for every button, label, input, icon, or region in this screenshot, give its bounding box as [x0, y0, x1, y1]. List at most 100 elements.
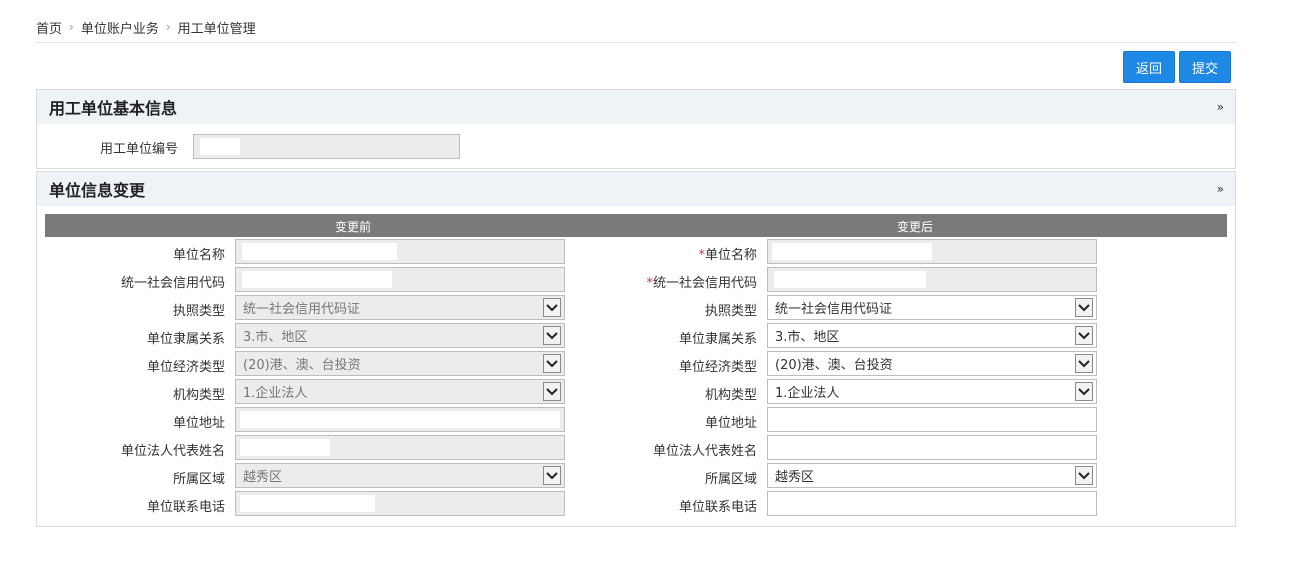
- after-field-label: 单位地址: [705, 412, 757, 431]
- basic-info-panel-header[interactable]: 用工单位基本信息 »: [37, 90, 1235, 124]
- field-value: 3.市、地区: [775, 330, 840, 345]
- redacted-mask: [240, 411, 560, 428]
- after-field-label-text: 单位地址: [704, 416, 757, 431]
- chevron-down-icon[interactable]: [543, 466, 561, 485]
- before-input[interactable]: [235, 239, 565, 264]
- chevron-down-icon[interactable]: [543, 298, 561, 317]
- breadcrumb-separator-icon: ›: [165, 20, 171, 34]
- field-value: 1.企业法人: [243, 386, 308, 401]
- chevron-down-icon[interactable]: [543, 354, 561, 373]
- before-field-label: 单位法人代表姓名: [120, 444, 225, 459]
- after-field-label: 所属区域: [705, 468, 757, 487]
- comparison-table-header: 变更前 变更后: [45, 214, 1227, 237]
- after-input[interactable]: [767, 267, 1097, 292]
- double-chevron-down-icon[interactable]: »: [1217, 100, 1224, 114]
- breadcrumb-current: 用工单位管理: [177, 21, 256, 37]
- redacted-mask: [774, 271, 926, 288]
- after-field-label: 单位联系电话: [679, 496, 757, 515]
- chevron-down-icon[interactable]: [543, 326, 561, 345]
- after-field-label-text: 单位联系电话: [678, 500, 757, 515]
- redacted-mask: [240, 439, 330, 456]
- after-input[interactable]: [767, 407, 1097, 432]
- before-select[interactable]: 统一社会信用代码证: [235, 295, 565, 320]
- before-column-header: 变更前: [335, 220, 372, 234]
- after-field-label: 单位法人代表姓名: [653, 440, 757, 459]
- unit-code-label: 用工单位编号: [100, 142, 179, 157]
- redacted-mask: [200, 138, 240, 155]
- breadcrumb: 首页 › 单位账户业务 › 用工单位管理: [36, 16, 256, 38]
- after-field-label: 单位隶属关系: [679, 328, 757, 347]
- chevron-down-icon[interactable]: [543, 382, 561, 401]
- before-field-label: 单位经济类型: [146, 360, 225, 375]
- chevron-down-icon[interactable]: [1075, 466, 1093, 485]
- before-field-label: 统一社会信用代码: [120, 276, 225, 291]
- field-value: 越秀区: [775, 470, 815, 485]
- after-column-header: 变更后: [897, 220, 934, 234]
- breadcrumb-home[interactable]: 首页: [36, 18, 62, 37]
- breadcrumb-unit-account[interactable]: 单位账户业务: [81, 18, 159, 37]
- field-value: 3.市、地区: [243, 330, 308, 345]
- before-select[interactable]: 1.企业法人: [235, 379, 565, 404]
- chevron-down-icon[interactable]: [1075, 354, 1093, 373]
- field-value: 统一社会信用代码证: [243, 302, 361, 317]
- before-field-label: 单位隶属关系: [146, 332, 225, 347]
- before-input[interactable]: [235, 435, 565, 460]
- before-select[interactable]: (20)港、澳、台投资: [235, 351, 565, 376]
- before-input[interactable]: [235, 267, 565, 292]
- basic-info-panel: 用工单位基本信息 » 用工单位编号: [36, 89, 1236, 169]
- after-field-label-text: 所属区域: [704, 472, 757, 487]
- redacted-mask: [772, 243, 932, 260]
- unit-code-field[interactable]: [193, 134, 460, 159]
- after-select[interactable]: 3.市、地区: [767, 323, 1097, 348]
- redacted-mask: [242, 271, 392, 288]
- after-field-label: *统一社会信用代码: [646, 272, 757, 291]
- redacted-mask: [240, 495, 375, 512]
- before-input[interactable]: [235, 407, 565, 432]
- after-field-label-text: 单位经济类型: [678, 360, 757, 375]
- field-value: (20)港、澳、台投资: [775, 358, 893, 373]
- after-select[interactable]: 统一社会信用代码证: [767, 295, 1097, 320]
- before-field-label: 单位联系电话: [146, 500, 225, 515]
- before-field-label: 单位名称: [172, 248, 225, 263]
- breadcrumb-divider: [36, 42, 1236, 43]
- after-field-label-text: 单位隶属关系: [678, 332, 757, 347]
- after-field-label-text: 单位法人代表姓名: [652, 444, 757, 459]
- before-select[interactable]: 越秀区: [235, 463, 565, 488]
- after-input[interactable]: [767, 435, 1097, 460]
- after-field-label: 单位经济类型: [679, 356, 757, 375]
- submit-button[interactable]: 提交: [1179, 51, 1231, 83]
- panel-title: 单位信息变更: [49, 181, 146, 200]
- before-field-label: 单位地址: [172, 416, 225, 431]
- chevron-down-icon[interactable]: [1075, 298, 1093, 317]
- after-field-label-text: 单位名称: [704, 248, 757, 263]
- after-input[interactable]: [767, 491, 1097, 516]
- panel-title: 用工单位基本信息: [49, 99, 178, 118]
- before-select[interactable]: 3.市、地区: [235, 323, 565, 348]
- before-field-label: 执照类型: [172, 304, 225, 319]
- unit-info-change-panel-header[interactable]: 单位信息变更 »: [37, 172, 1235, 206]
- after-select[interactable]: (20)港、澳、台投资: [767, 351, 1097, 376]
- after-select[interactable]: 越秀区: [767, 463, 1097, 488]
- chevron-down-icon[interactable]: [1075, 326, 1093, 345]
- before-field-label: 所属区域: [172, 472, 225, 487]
- back-button[interactable]: 返回: [1123, 51, 1175, 83]
- after-field-label: 机构类型: [705, 384, 757, 403]
- before-input[interactable]: [235, 491, 565, 516]
- field-value: 1.企业法人: [775, 386, 840, 401]
- after-field-label-text: 执照类型: [704, 304, 757, 319]
- redacted-mask: [242, 243, 397, 260]
- breadcrumb-separator-icon: ›: [69, 20, 74, 34]
- after-field-label: 执照类型: [705, 300, 757, 319]
- after-field-label-text: 统一社会信用代码: [652, 276, 757, 291]
- after-input[interactable]: [767, 239, 1097, 264]
- field-value: 越秀区: [243, 470, 283, 485]
- field-value: (20)港、澳、台投资: [243, 358, 361, 373]
- before-field-label: 机构类型: [172, 388, 225, 403]
- unit-info-change-panel: 单位信息变更 » 变更前 变更后 单位名称 *单位名称 统一社会信用代码 *统一社会信…: [36, 171, 1236, 527]
- chevron-down-icon[interactable]: [1075, 382, 1093, 401]
- after-field-label-text: 机构类型: [704, 388, 757, 403]
- double-chevron-down-icon[interactable]: »: [1217, 182, 1224, 196]
- field-value: 统一社会信用代码证: [775, 302, 893, 317]
- after-field-label: *单位名称: [698, 244, 757, 263]
- after-select[interactable]: 1.企业法人: [767, 379, 1097, 404]
